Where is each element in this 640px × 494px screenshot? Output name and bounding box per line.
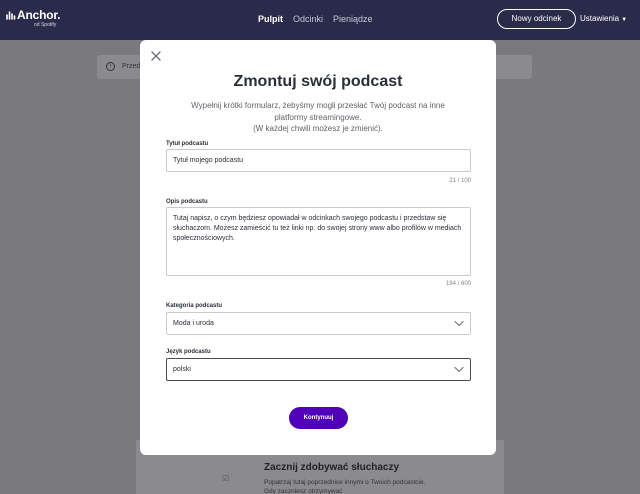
podcast-category-value: Moda i uroda [173, 320, 214, 327]
logo-name: Anchor. [17, 8, 61, 22]
anchor-logo-icon [6, 11, 16, 20]
nav-item-dashboard[interactable]: Pulpit [258, 14, 283, 24]
chart-icon: ☑ [222, 474, 230, 483]
podcast-description-value: Tutaj napisz, o czym będziesz opowiadał … [173, 215, 462, 242]
podcast-description-textarea[interactable]: Tutaj napisz, o czym będziesz opowiadał … [166, 207, 471, 276]
podcast-language-select[interactable]: polski [166, 358, 471, 381]
nav-item-money[interactable]: Pieniądze [333, 14, 373, 24]
podcast-category-label: Kategoria podcastu [166, 303, 223, 309]
top-navigation-bar: Anchor. od Spotify Pulpit Odcinki Pienią… [0, 0, 640, 40]
caret-down-icon: ▼ [621, 17, 628, 23]
growth-card-text: Popatrzaj tutaj poprzednice innymi o Two… [264, 479, 426, 494]
modal-title: Zmontuj swój podcast [233, 73, 403, 90]
modal-note: (W każdej chwili możesz je zmienić). [253, 124, 383, 133]
podcast-description-counter: 194 / 600 [445, 281, 471, 287]
podcast-description-label: Opis podcastu [166, 199, 208, 205]
podcast-title-input[interactable]: Tytuł mojego podcastu [166, 149, 471, 172]
podcast-language-value: polski [173, 366, 191, 373]
chevron-down-icon [454, 366, 464, 373]
podcast-title-value: Tytuł mojego podcastu [173, 157, 244, 164]
info-banner-text: Przed [122, 63, 141, 70]
close-button[interactable] [150, 50, 162, 62]
podcast-title-label: Tytuł podcastu [166, 141, 209, 147]
close-icon [151, 51, 161, 61]
settings-menu[interactable]: Ustawienia ▼ [580, 14, 627, 23]
podcast-setup-modal: Zmontuj swój podcast Wypełnij krótki for… [140, 40, 496, 455]
logo-subtitle: od Spotify [34, 22, 57, 28]
continue-button[interactable]: Kontynuuj [289, 407, 348, 429]
podcast-language-label: Język podcastu [166, 349, 211, 355]
podcast-category-select[interactable]: Moda i uroda [166, 312, 471, 335]
podcast-title-counter: 21 / 100 [449, 178, 471, 184]
new-episode-button[interactable]: Nowy odcinek [497, 9, 576, 29]
growth-card-title: Zacznij zdobywać słuchaczy [264, 462, 400, 473]
nav-item-episodes[interactable]: Odcinki [293, 14, 323, 24]
modal-subtitle: Wypełnij krótki formularz, żebyśmy mogli… [191, 101, 445, 122]
chevron-down-icon [454, 320, 464, 327]
settings-label: Ustawienia [580, 14, 620, 23]
info-icon: i [106, 62, 115, 71]
